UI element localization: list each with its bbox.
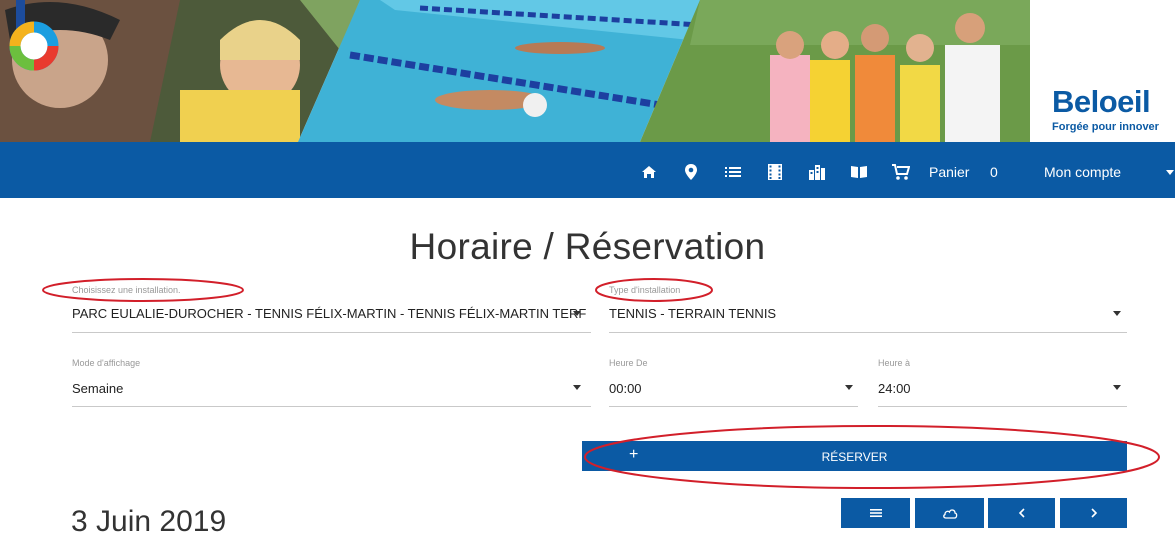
annotation-ellipse-reserve: [584, 425, 1160, 489]
annotation-ellipse-type: [595, 278, 713, 302]
annotation-overlay: [42, 278, 1160, 489]
annotation-ellipse-installation: [42, 278, 244, 302]
